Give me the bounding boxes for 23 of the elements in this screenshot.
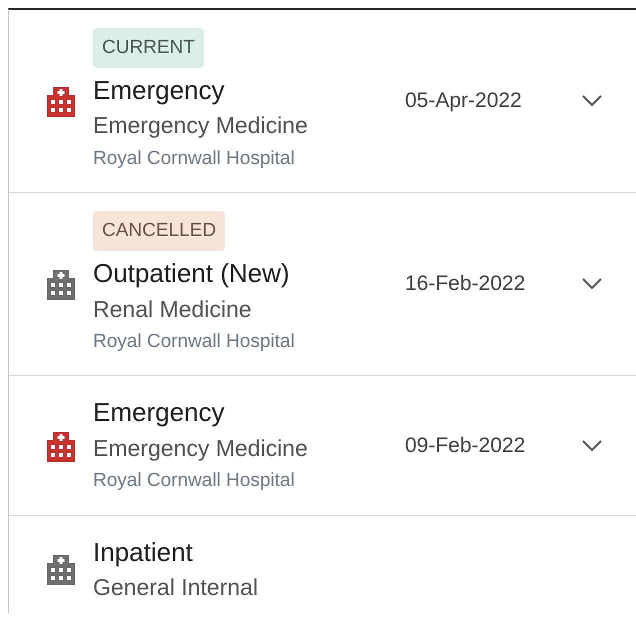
chevron-down-icon[interactable] (581, 94, 603, 108)
status-badge: CANCELLED (93, 211, 226, 252)
encounter-row[interactable]: Emergency Emergency Medicine Royal Cornwall Hospital 09-Feb-2022 (9, 376, 636, 516)
encounter-type: Emergency (93, 74, 224, 107)
specialty: Emergency Medicine (93, 434, 308, 463)
chevron-down-icon[interactable] (581, 438, 603, 453)
encounter-row[interactable]: Inpatient General Internal (9, 516, 636, 613)
hospital-name: Royal Cornwall Hospital (93, 146, 295, 171)
chevron-down-icon[interactable] (581, 277, 603, 292)
encounter-date: 09-Feb-2022 (405, 434, 526, 458)
hospital-name: Royal Cornwall Hospital (93, 330, 295, 354)
encounter-row[interactable]: CURRENT Emergency Emergency Medicine Royal Cornwall Hospital 05-Apr-2022 (9, 10, 636, 194)
encounter-type: Inpatient (93, 536, 193, 569)
status-badge: CURRENT (93, 28, 204, 68)
hospital-name: Royal Cornwall Hospital (93, 469, 295, 494)
encounter-type: Outpatient (New) (93, 257, 290, 290)
specialty: Renal Medicine (93, 294, 252, 324)
specialty: General Internal (93, 573, 258, 602)
encounter-date: 05-Apr-2022 (405, 89, 523, 114)
encounter-type: Emergency (93, 396, 224, 430)
encounter-date: 16-Feb-2022 (405, 272, 526, 296)
specialty: Emergency Medicine (93, 111, 308, 140)
encounter-row[interactable]: CANCELLED Outpatient (New) Renal Medicine Royal Cornwall Hospital 16-Feb-2022 (9, 193, 636, 376)
